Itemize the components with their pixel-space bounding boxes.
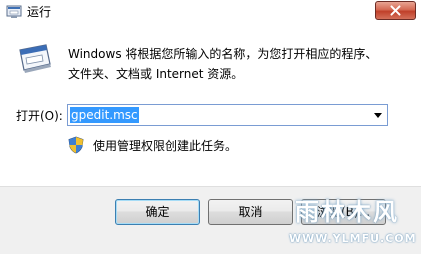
ok-button[interactable]: 确定 (115, 199, 200, 225)
open-input-value[interactable]: gpedit.msc (70, 107, 139, 123)
cancel-button[interactable]: 取消 (208, 199, 293, 225)
watermark-url: WWW.YLMFU.COM (289, 232, 417, 245)
open-label: 打开(O): (16, 109, 63, 123)
open-combobox[interactable]: gpedit.msc (67, 104, 388, 126)
uac-shield-icon (68, 136, 84, 154)
window-title: 运行 (27, 5, 52, 19)
description-line: 文件夹、文档或 Internet 资源。 (68, 67, 244, 81)
run-app-icon (6, 5, 22, 18)
title-bar: 运行 (0, 0, 421, 24)
close-icon (390, 5, 401, 16)
run-description: Windows 将根据您所输入的名称，为您打开相应的程序、 文件夹、文档或 In… (68, 44, 408, 84)
run-program-icon (19, 44, 51, 73)
run-dialog: 运行 Windows 将根据您所输入的名称，为您打开相应的程序、 文件夹、文档或… (0, 0, 421, 254)
watermark: 雨林木风 WWW.YLMFU.COM (285, 186, 421, 254)
chevron-down-icon[interactable] (371, 108, 385, 122)
watermark-logo-text: 雨林木风 (295, 198, 399, 226)
close-button[interactable] (375, 1, 416, 20)
description-line: Windows 将根据您所输入的名称，为您打开相应的程序、 (68, 47, 378, 61)
admin-privileges-note: 使用管理权限创建此任务。 (93, 139, 238, 153)
